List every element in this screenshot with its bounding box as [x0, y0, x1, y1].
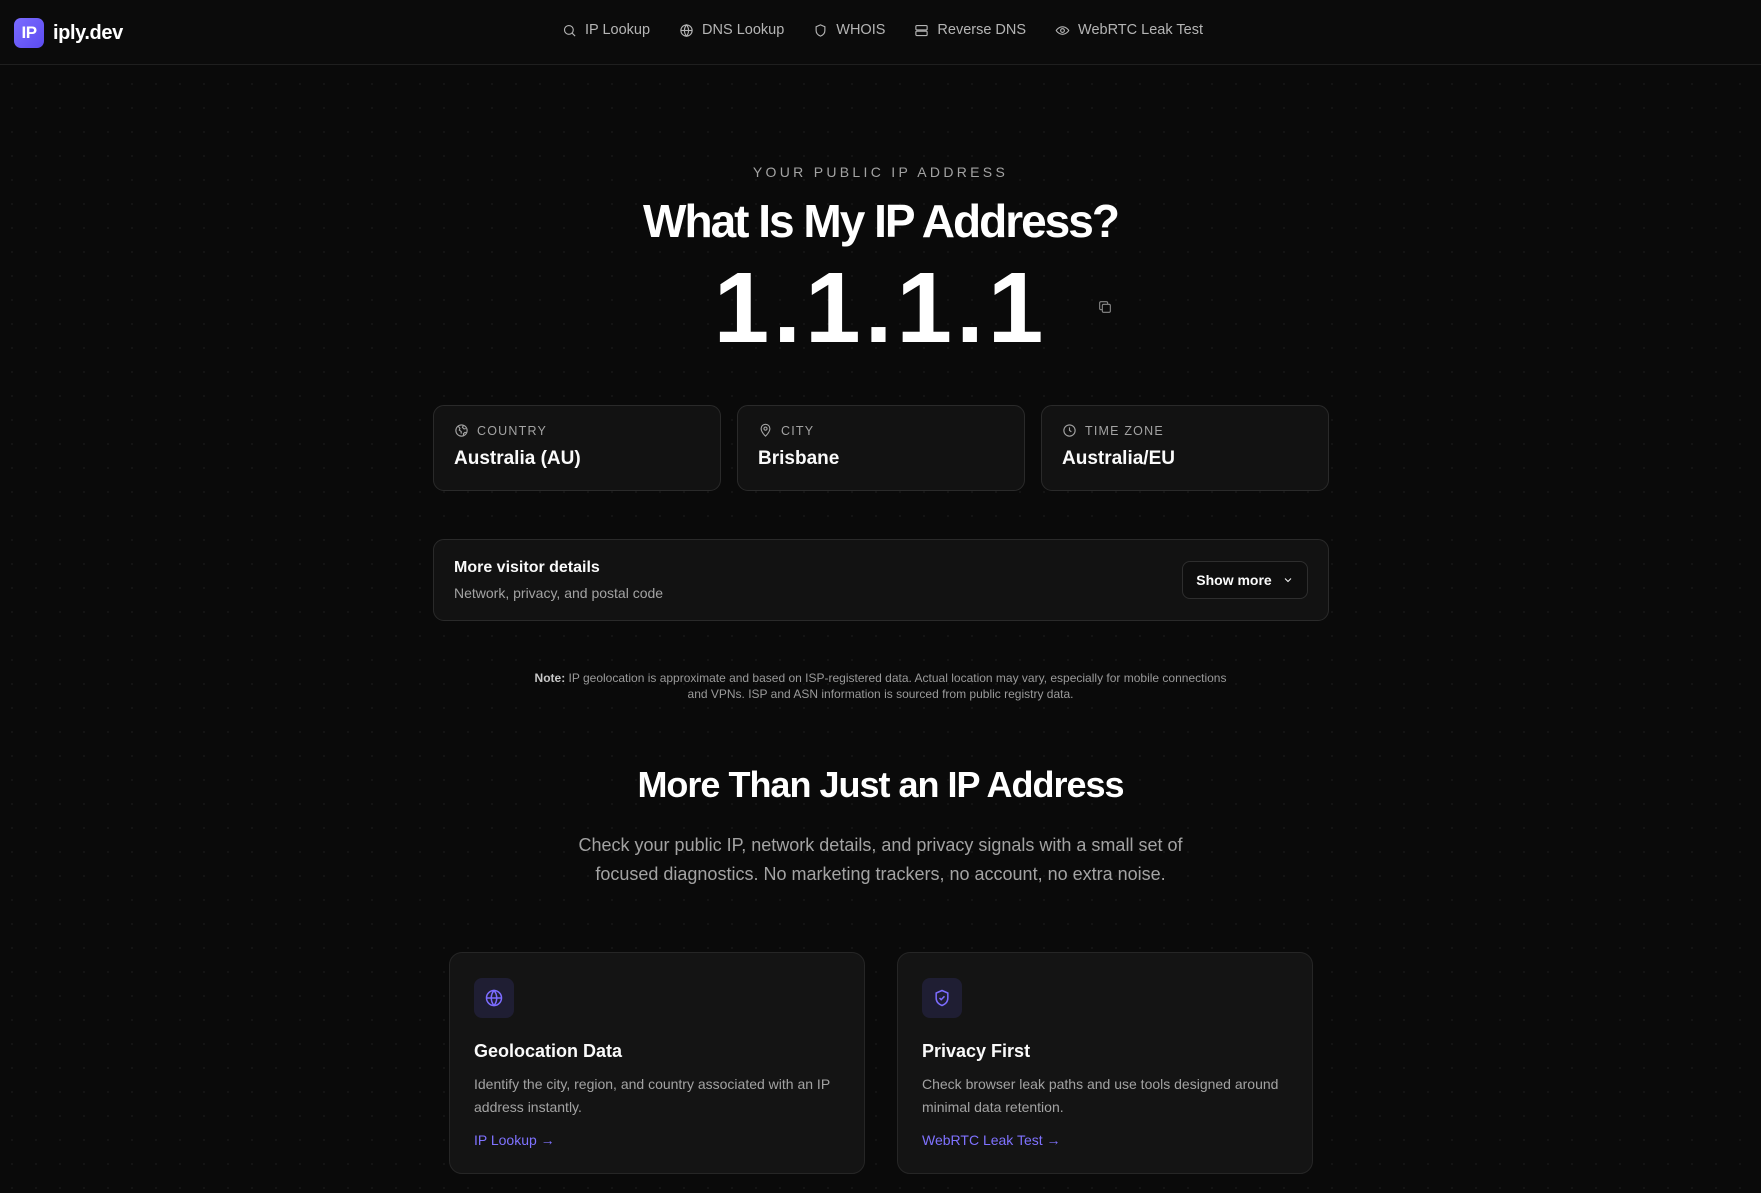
time-zone-card: TIME ZONE Australia/EU: [1041, 405, 1329, 491]
ip-address-value[interactable]: 1.1.1.1: [0, 258, 1761, 358]
globe-icon: [485, 989, 503, 1007]
feature-card-geolocation: Geolocation Data Identify the city, regi…: [449, 952, 865, 1174]
main-nav: IP Lookup DNS Lookup WHOIS Reverse DNS W…: [562, 22, 1203, 38]
server-icon: [915, 24, 929, 36]
shield-icon: [815, 23, 826, 37]
country-label-text: COUNTRY: [477, 423, 547, 438]
search-icon: [563, 24, 576, 37]
nav-item-ip-lookup[interactable]: IP Lookup: [562, 22, 650, 38]
globe-icon: [455, 424, 468, 437]
nav-item-label: Reverse DNS: [937, 22, 1027, 38]
top-navigation-bar: IP iply.dev IP Lookup DNS Lookup WHOIS R…: [0, 0, 1761, 65]
webrtc-leak-test-link[interactable]: WebRTC Leak Test →: [922, 1132, 1061, 1148]
nav-item-label: WebRTC Leak Test: [1078, 22, 1203, 38]
geolocation-note: Note: IP geolocation is approximate and …: [530, 670, 1231, 702]
logo-text: iply.dev: [53, 21, 123, 44]
page-title: What Is My IP Address?: [643, 195, 1120, 247]
details-title: More visitor details: [454, 559, 600, 576]
ip-lookup-link[interactable]: IP Lookup →: [474, 1132, 555, 1148]
note-text: IP geolocation is approximate and based …: [565, 671, 1227, 701]
hero-eyebrow: YOUR PUBLIC IP ADDRESS: [752, 164, 1009, 180]
clock-icon: [1063, 424, 1076, 437]
globe-icon: [680, 23, 693, 37]
city-value: Brisbane: [758, 448, 840, 469]
country-label: COUNTRY: [454, 423, 700, 438]
city-label: CITY: [758, 423, 1004, 438]
time-zone-label-text: TIME ZONE: [1085, 423, 1164, 438]
feature-title: Privacy First: [922, 1041, 1031, 1061]
copy-ip-button[interactable]: [1097, 299, 1115, 317]
show-more-label: Show more: [1196, 572, 1272, 588]
time-zone-value: Australia/EU: [1062, 448, 1175, 469]
nav-item-dns-lookup[interactable]: DNS Lookup: [679, 22, 784, 38]
site-logo[interactable]: IP iply.dev: [14, 18, 123, 48]
feature-description: Check browser leak paths and use tools d…: [922, 1076, 1279, 1115]
section-subtitle: Check your public IP, network details, a…: [578, 835, 1183, 884]
feature-title: Geolocation Data: [474, 1041, 623, 1061]
chevron-down-icon: [1284, 578, 1292, 583]
city-card: CITY Brisbane: [737, 405, 1025, 491]
country-value: Australia (AU): [454, 448, 581, 469]
feature-icon-box: [922, 978, 962, 1018]
visitor-details-panel: More visitor details Network, privacy, a…: [433, 539, 1329, 621]
feature-description: Identify the city, region, and country a…: [474, 1076, 830, 1115]
ip-display: 1.1.1.1: [0, 258, 1761, 358]
feature-card-privacy: Privacy First Check browser leak paths a…: [897, 952, 1313, 1174]
nav-item-reverse-dns[interactable]: Reverse DNS: [914, 22, 1026, 38]
nav-item-whois[interactable]: WHOIS: [813, 22, 885, 38]
show-more-button[interactable]: Show more: [1182, 561, 1308, 599]
details-subtitle: Network, privacy, and postal code: [454, 585, 664, 601]
logo-mark-icon: IP: [14, 18, 44, 48]
nav-item-label: WHOIS: [836, 22, 886, 38]
map-pin-icon: [760, 423, 771, 437]
nav-item-webrtc-leak-test[interactable]: WebRTC Leak Test: [1055, 22, 1203, 38]
eye-icon: [1055, 25, 1070, 35]
nav-item-label: DNS Lookup: [702, 22, 785, 38]
feature-icon-box: [474, 978, 514, 1018]
country-card: COUNTRY Australia (AU): [433, 405, 721, 491]
note-prefix: Note:: [534, 671, 566, 685]
section-title: More Than Just an IP Address: [637, 764, 1124, 805]
city-label-text: CITY: [781, 423, 815, 438]
shield-check-icon: [935, 989, 949, 1007]
copy-icon: [1099, 301, 1111, 313]
nav-item-label: IP Lookup: [585, 22, 651, 38]
time-zone-label: TIME ZONE: [1062, 423, 1308, 438]
